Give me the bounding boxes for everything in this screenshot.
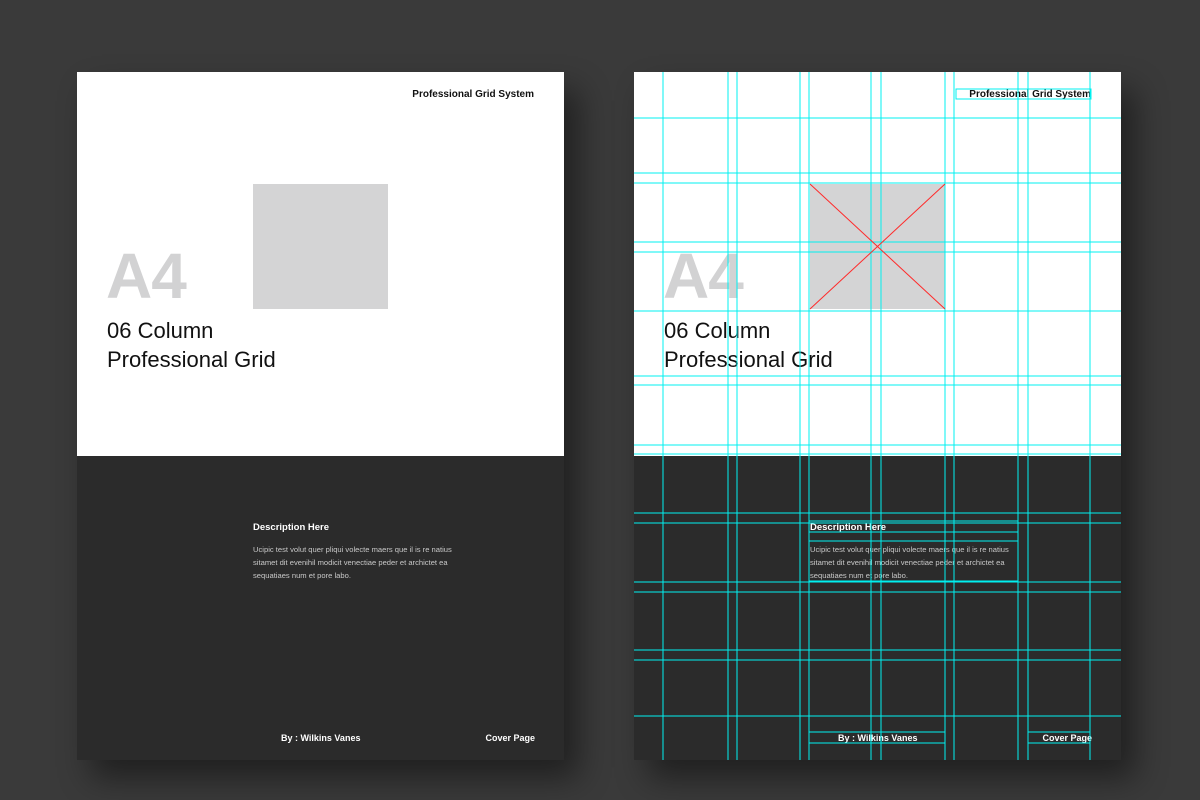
title-line-1: 06 Column bbox=[664, 318, 771, 343]
page-title: 06 Column Professional Grid bbox=[664, 316, 833, 374]
description-body: Ucipic test volut quer pliqui volecte ma… bbox=[253, 545, 452, 580]
document-page-plain: Professional Grid System A4 06 Column Pr… bbox=[77, 72, 564, 760]
page-label: Cover Page bbox=[485, 733, 535, 743]
title-line-1: 06 Column bbox=[107, 318, 214, 343]
title-line-2: Professional Grid bbox=[664, 347, 833, 372]
header-label: Professional Grid System bbox=[969, 89, 1091, 100]
description-heading: Description Here bbox=[810, 522, 887, 533]
description-body: Ucipic test volut quer pliqui volecte ma… bbox=[810, 545, 1009, 580]
image-placeholder bbox=[253, 184, 388, 309]
title-line-2: Professional Grid bbox=[107, 347, 276, 372]
page-label: Cover Page bbox=[1042, 733, 1092, 743]
document-page-grid: Professional Grid System A4 06 Column Pr… bbox=[634, 72, 1121, 760]
author-byline: By : Wilkins Vanes bbox=[281, 733, 361, 743]
page-title: 06 Column Professional Grid bbox=[107, 316, 276, 374]
image-frame-placeholder bbox=[810, 184, 945, 309]
format-label: A4 bbox=[663, 240, 744, 312]
header-label: Professional Grid System bbox=[412, 89, 534, 100]
description-heading: Description Here bbox=[253, 522, 330, 533]
page-bottom-section bbox=[634, 456, 1121, 760]
page-bottom-section bbox=[77, 456, 564, 760]
author-byline: By : Wilkins Vanes bbox=[838, 733, 918, 743]
format-label: A4 bbox=[106, 240, 187, 312]
